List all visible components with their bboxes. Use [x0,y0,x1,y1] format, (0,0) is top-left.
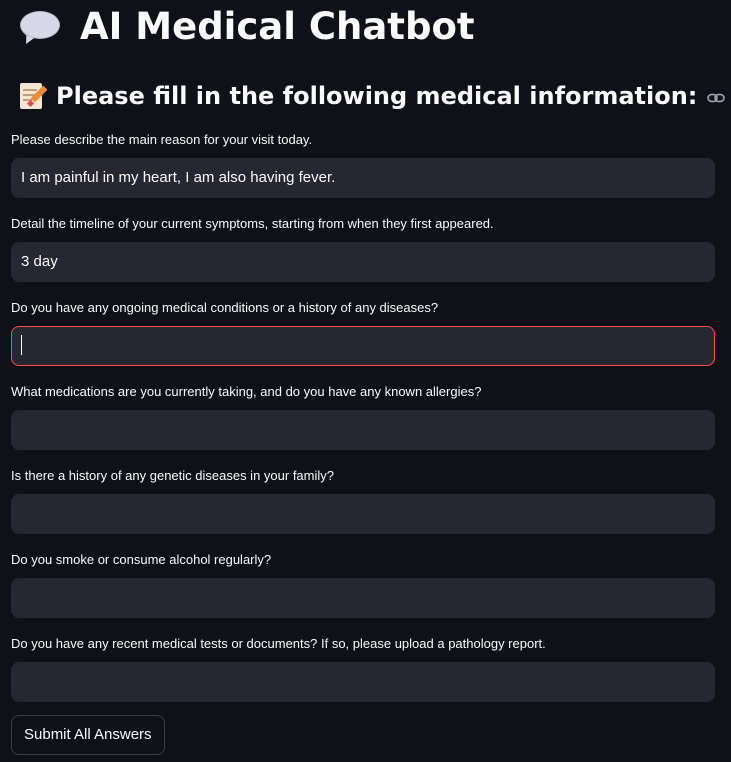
form-field-medical-tests: Do you have any recent medical tests or … [11,635,715,702]
form-field-smoking-alcohol: Do you smoke or consume alcohol regularl… [11,551,715,618]
form-field-symptom-timeline: Detail the timeline of your current symp… [11,215,715,282]
form-field-visit-reason: Please describe the main reason for your… [11,131,715,198]
smoking-alcohol-input[interactable] [11,578,715,618]
family-history-input[interactable] [11,494,715,534]
memo-icon [18,81,48,111]
visit-reason-input[interactable]: I am painful in my heart, I am also havi… [11,158,715,198]
field-label: Is there a history of any genetic diseas… [11,468,334,483]
medical-conditions-input[interactable] [11,326,715,366]
section-subheader: Please fill in the following medical inf… [56,82,698,110]
form-field-family-history: Is there a history of any genetic diseas… [11,467,715,534]
field-label: Please describe the main reason for your… [11,132,313,147]
field-label: What medications are you currently takin… [11,384,482,399]
speech-bubble-icon [18,7,62,47]
medications-input[interactable] [11,410,715,450]
field-label: Do you smoke or consume alcohol regularl… [11,552,272,567]
medical-tests-input[interactable] [11,662,715,702]
section-header: Please fill in the following medical inf… [18,76,726,116]
field-label: Do you have any ongoing medical conditio… [11,300,439,315]
form-field-medical-conditions: Do you have any ongoing medical conditio… [11,299,715,366]
submit-all-answers-button[interactable]: Submit All Answers [11,715,165,755]
field-label: Do you have any recent medical tests or … [11,636,546,651]
link-icon[interactable] [707,92,726,104]
field-label: Detail the timeline of your current symp… [11,216,494,231]
form-field-medications: What medications are you currently takin… [11,383,715,450]
app-title: AI Medical Chatbot [80,5,475,48]
text-cursor [21,335,22,356]
app-header: AI Medical Chatbot [18,3,475,51]
symptom-timeline-input[interactable]: 3 day [11,242,715,282]
